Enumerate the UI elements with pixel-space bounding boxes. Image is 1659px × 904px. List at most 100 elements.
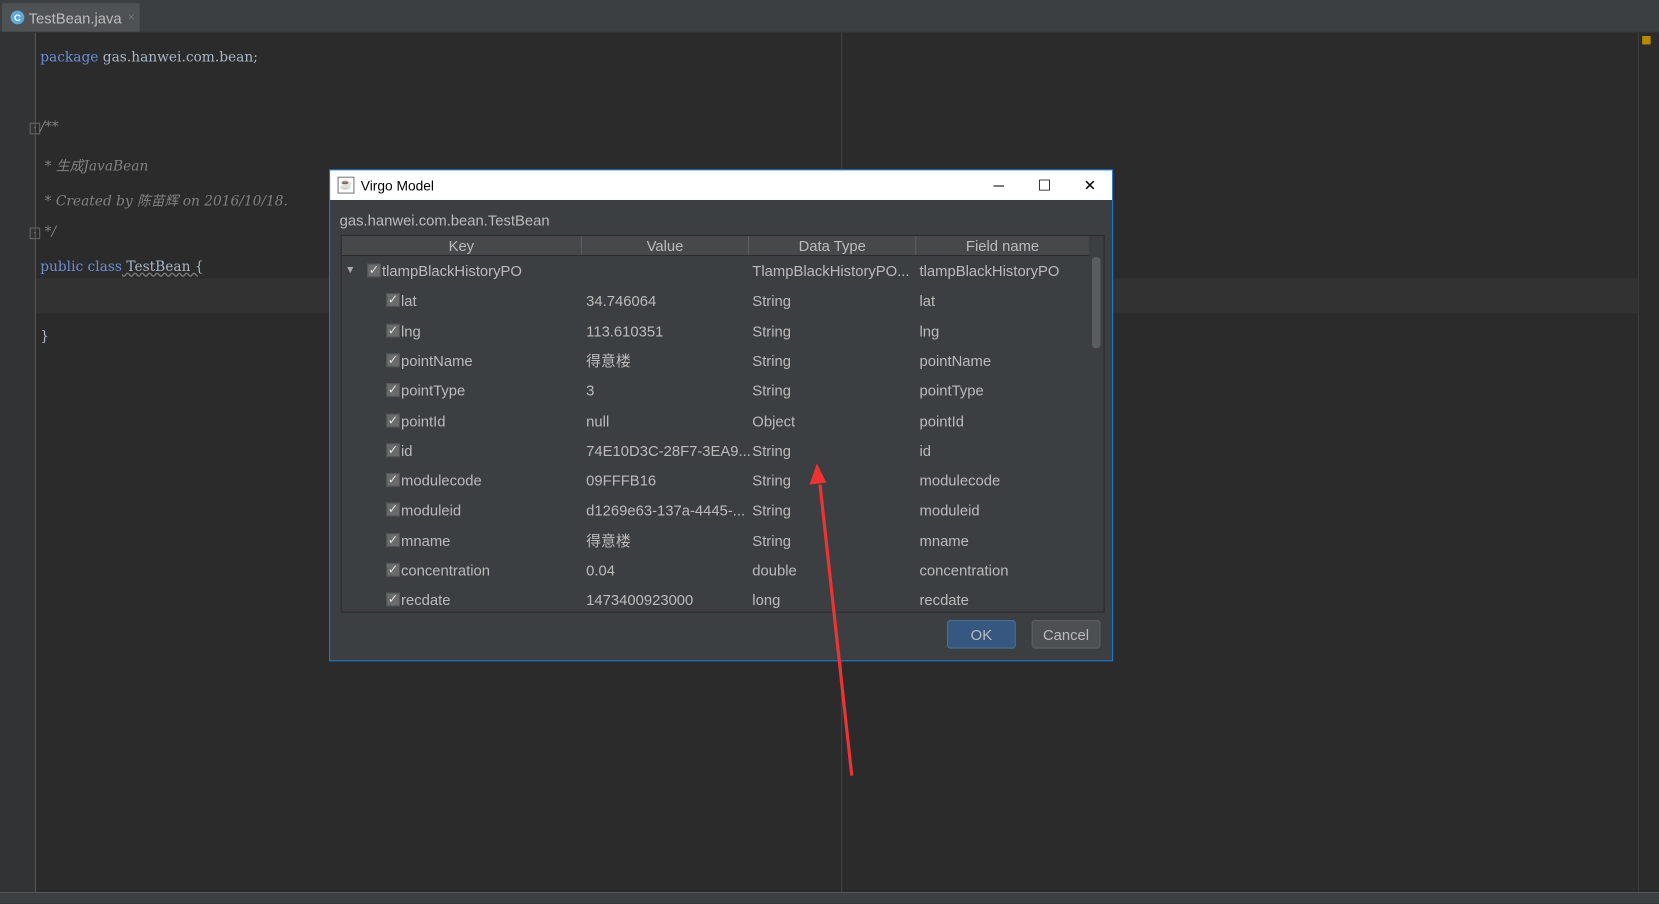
minimize-button[interactable]: ─ — [976, 170, 1023, 200]
expand-toggle-icon[interactable]: ▼ — [345, 256, 355, 286]
line-gutter — [0, 32, 36, 892]
row-checkbox[interactable]: ✓ — [386, 413, 400, 427]
cell-value[interactable]: 得意楼 — [586, 526, 630, 556]
cell-data-type[interactable]: double — [752, 556, 796, 586]
cell-field-name[interactable]: pointType — [919, 376, 983, 406]
cell-key: recdate — [401, 591, 451, 609]
cell-field-name[interactable]: lat — [919, 286, 935, 316]
cell-key: mname — [401, 531, 451, 549]
row-checkbox[interactable]: ✓ — [386, 353, 400, 368]
editor-tab-bar: C TestBean.java × — [0, 0, 1659, 33]
cell-field-name[interactable]: tlampBlackHistoryPO — [919, 256, 1059, 286]
row-checkbox[interactable]: ✓ — [386, 443, 400, 457]
cell-key: pointType — [401, 382, 466, 400]
row-checkbox[interactable]: ✓ — [367, 263, 381, 278]
table-row[interactable]: ✓ lng 113.610351 String lng — [342, 316, 1089, 346]
maximize-button[interactable]: ☐ — [1021, 170, 1068, 200]
cell-field-name[interactable]: modulecode — [919, 466, 1000, 496]
code-line-comment[interactable]: * 生成JavaBean — [40, 154, 149, 175]
row-checkbox[interactable]: ✓ — [386, 593, 400, 607]
code-line-1[interactable]: package gas.hanwei.com.bean; — [40, 50, 258, 66]
column-header-data-type[interactable]: Data Type — [749, 235, 917, 256]
cell-field-name[interactable]: pointId — [919, 406, 963, 436]
row-checkbox[interactable]: ✓ — [386, 563, 400, 577]
cell-data-type[interactable]: Object — [752, 406, 795, 436]
cell-value[interactable]: null — [586, 406, 609, 436]
column-header-value[interactable]: Value — [582, 235, 750, 256]
cell-value[interactable]: 113.610351 — [586, 316, 663, 346]
row-checkbox[interactable]: ✓ — [386, 503, 400, 517]
cell-data-type[interactable]: String — [752, 346, 791, 376]
cell-field-name[interactable]: moduleid — [919, 496, 979, 526]
code-line-class[interactable]: public class TestBean { — [40, 259, 203, 275]
cell-value[interactable]: d1269e63-137a-4445-... — [586, 496, 745, 526]
cell-data-type[interactable]: String — [752, 526, 791, 556]
code-line-close[interactable]: } — [40, 329, 49, 345]
table-row[interactable]: ✓ modulecode 09FFFB16 String modulecode — [342, 466, 1089, 496]
cell-data-type[interactable]: String — [752, 286, 791, 316]
cell-key: pointName — [401, 352, 473, 370]
cell-field-name[interactable]: mname — [919, 526, 968, 556]
cell-key: pointId — [401, 412, 446, 430]
scrollbar-thumb[interactable] — [1091, 257, 1101, 349]
row-checkbox[interactable]: ✓ — [386, 323, 400, 338]
row-checkbox[interactable]: ✓ — [386, 293, 400, 308]
cell-field-name[interactable]: recdate — [919, 585, 968, 611]
cell-value[interactable]: 3 — [586, 376, 594, 406]
table-row[interactable]: ✓ id 74E10D3C-28F7-3EA9... String id — [342, 436, 1089, 466]
cell-data-type[interactable]: TlampBlackHistoryPO... — [752, 256, 909, 286]
table-row[interactable]: ✓ mname 得意楼 String mname — [342, 526, 1089, 556]
cell-data-type[interactable]: String — [752, 466, 791, 496]
table-row[interactable]: ✓ pointId null Object pointId — [342, 406, 1089, 436]
cell-value[interactable]: 34.746064 — [586, 286, 656, 316]
cell-field-name[interactable]: concentration — [919, 556, 1008, 586]
cell-value[interactable]: 得意楼 — [586, 346, 630, 376]
code-line-comment[interactable]: * Created by 陈苗辉 on 2016/10/18. — [40, 189, 288, 210]
cell-value[interactable]: 09FFFB16 — [586, 466, 656, 496]
cell-key: lat — [401, 292, 417, 310]
code-line-comment-end[interactable]: */ — [40, 224, 57, 240]
cell-field-name[interactable]: id — [919, 436, 931, 466]
tab-testbean-java[interactable]: C TestBean.java × — [2, 3, 140, 32]
tab-label: TestBean.java — [28, 8, 122, 26]
table-row[interactable]: ✓ concentration 0.04 double concentration — [342, 556, 1089, 586]
column-header-key[interactable]: Key — [342, 235, 582, 256]
fold-icon[interactable]: - — [29, 227, 41, 240]
cell-value[interactable]: 0.04 — [586, 556, 615, 586]
dialog-title: Virgo Model — [360, 177, 434, 194]
table-row[interactable]: ✓ pointName 得意楼 String pointName — [342, 346, 1089, 376]
close-tab-icon[interactable]: × — [128, 11, 135, 24]
cell-data-type[interactable]: String — [752, 436, 791, 466]
table-row[interactable]: ▼ ✓ tlampBlackHistoryPO TlampBlackHistoryPO… — [342, 256, 1089, 286]
dialog-title-bar[interactable]: ☕ Virgo Model ─ ☐ ✕ — [330, 170, 1114, 200]
status-bar — [0, 891, 1659, 904]
row-checkbox[interactable]: ✓ — [386, 533, 400, 547]
close-button[interactable]: ✕ — [1067, 170, 1114, 200]
row-checkbox[interactable]: ✓ — [386, 473, 400, 487]
table-row[interactable]: ✓ pointType 3 String pointType — [342, 376, 1089, 406]
cell-key: tlampBlackHistoryPO — [381, 262, 522, 280]
code-text: gas.hanwei.com.bean; — [98, 49, 258, 66]
cell-value[interactable]: 1473400923000 — [586, 585, 693, 611]
fold-icon[interactable]: - — [29, 122, 41, 135]
cell-data-type[interactable]: String — [752, 316, 791, 346]
cell-value[interactable]: 74E10D3C-28F7-3EA9... — [586, 436, 751, 466]
cell-field-name[interactable]: pointName — [919, 346, 991, 376]
warning-marker[interactable] — [1642, 35, 1651, 45]
cell-data-type[interactable]: String — [752, 376, 791, 406]
table-row[interactable]: ✓ recdate 1473400923000 long recdate — [342, 585, 1089, 611]
table-row[interactable]: ✓ lat 34.746064 String lat — [342, 286, 1089, 316]
cell-data-type[interactable]: long — [752, 585, 780, 611]
cell-field-name[interactable]: lng — [919, 316, 939, 346]
column-header-field-name[interactable]: Field name — [916, 236, 1088, 255]
editor-scrollbar[interactable] — [1637, 32, 1659, 892]
code-line-comment-start[interactable]: /** — [40, 120, 58, 136]
class-name-label: gas.hanwei.com.bean.TestBean — [339, 211, 550, 229]
ok-button[interactable]: OK — [946, 620, 1016, 649]
cell-data-type[interactable]: String — [752, 496, 791, 526]
row-checkbox[interactable]: ✓ — [386, 383, 400, 397]
table-scrollbar[interactable] — [1088, 255, 1104, 612]
cancel-button[interactable]: Cancel — [1031, 620, 1101, 649]
cell-key: moduleid — [401, 501, 462, 519]
table-row[interactable]: ✓ moduleid d1269e63-137a-4445-... String mod… — [342, 496, 1089, 526]
